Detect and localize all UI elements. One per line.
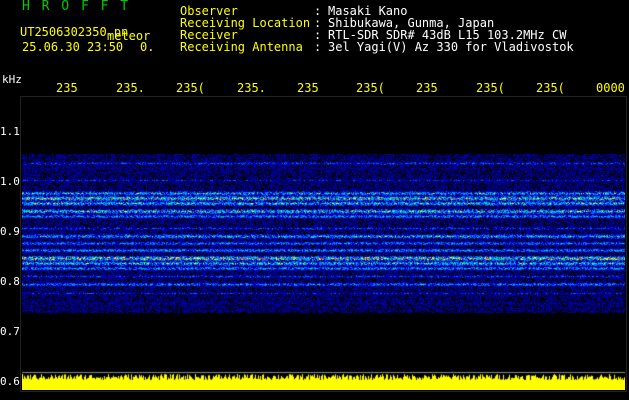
y-tick: 0.6 <box>0 375 20 388</box>
spectrogram-canvas <box>22 98 625 390</box>
antenna-colon: : <box>314 40 322 54</box>
x-tick: 235( <box>356 81 385 95</box>
y-tick: 1.1 <box>0 125 20 138</box>
x-tick: 235. <box>116 81 145 95</box>
y-tick: 0.7 <box>0 325 20 338</box>
x-tick: 235 <box>416 81 438 95</box>
meteor-count: 0. <box>140 40 155 54</box>
y-tick: 1.0 <box>0 175 20 188</box>
y-tick: 0.9 <box>0 225 20 238</box>
x-tick: 235( <box>476 81 505 95</box>
x-tick: 0000 <box>596 81 625 95</box>
brand-title: H R O F F T <box>22 0 131 14</box>
y-tick: 0.8 <box>0 275 20 288</box>
antenna-value: 3el Yagi(V) Az 330 for Vladivostok <box>328 40 574 54</box>
x-tick: 235 <box>297 81 319 95</box>
x-tick: 235( <box>176 81 205 95</box>
x-tick: 235 <box>56 81 78 95</box>
y-axis-unit: kHz <box>2 73 22 86</box>
datetime: 25.06.30 23:50 <box>22 40 124 54</box>
x-tick: 235. <box>237 81 266 95</box>
x-tick: 235( <box>536 81 565 95</box>
antenna-label: Receiving Antenna <box>180 40 303 54</box>
